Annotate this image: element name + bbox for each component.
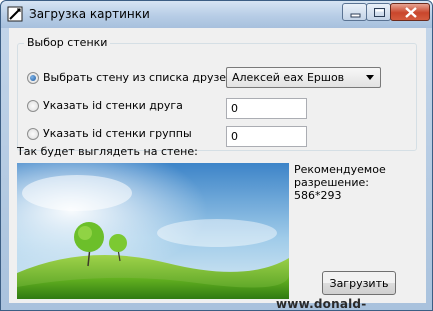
watermark: www.donald-soft.at.ua [276,297,367,311]
radio-button[interactable] [27,127,39,140]
recommended-resolution-text: Рекомендуемое разрешение: 586*293 [294,163,386,202]
radio-label: Выбрать стену из списка друзей [43,71,234,84]
app-window: Загрузка картинки Выбор стенки Выбрать с… [0,0,433,311]
maximize-icon [374,8,385,17]
upload-button[interactable]: Загрузить [322,271,396,295]
preview-label: Так будет выглядеть на стене: [17,145,198,158]
radio-button[interactable] [27,99,39,112]
group-id-value: 0 [231,130,238,143]
radio-button[interactable] [27,71,39,84]
group-title: Выбор стенки [24,36,111,49]
friend-select-value: Алексей еах Ершов [232,71,345,84]
title-bar[interactable]: Загрузка картинки [1,1,432,28]
dialog-body: Выбор стенки Выбрать стену из списка дру… [9,28,426,303]
close-icon [405,7,417,18]
upload-button-label: Загрузить [329,276,389,290]
close-button[interactable] [390,3,430,21]
radio-friends-list[interactable]: Выбрать стену из списка друзей [27,71,233,84]
group-id-field[interactable]: 0 [226,126,307,147]
friend-id-field[interactable]: 0 [226,98,307,119]
minimize-button[interactable] [342,3,367,21]
maximize-button[interactable] [366,3,391,21]
friend-id-value: 0 [231,102,238,115]
radio-group-id[interactable]: Указать id стенки группы [27,127,192,140]
wall-selection-group: Выбор стенки Выбрать стену из списка дру… [17,36,417,151]
friend-select[interactable]: Алексей еах Ершов [226,67,381,88]
preview-image [17,163,289,299]
window-title: Загрузка картинки [29,7,150,21]
minimize-icon [350,13,361,18]
radio-label: Указать id стенки друга [43,99,183,112]
radio-label: Указать id стенки группы [43,127,192,140]
wallpaper-preview [17,163,289,299]
radio-friend-id[interactable]: Указать id стенки друга [27,99,183,112]
chevron-down-icon[interactable] [366,75,374,80]
quill-pen-icon [7,6,23,22]
